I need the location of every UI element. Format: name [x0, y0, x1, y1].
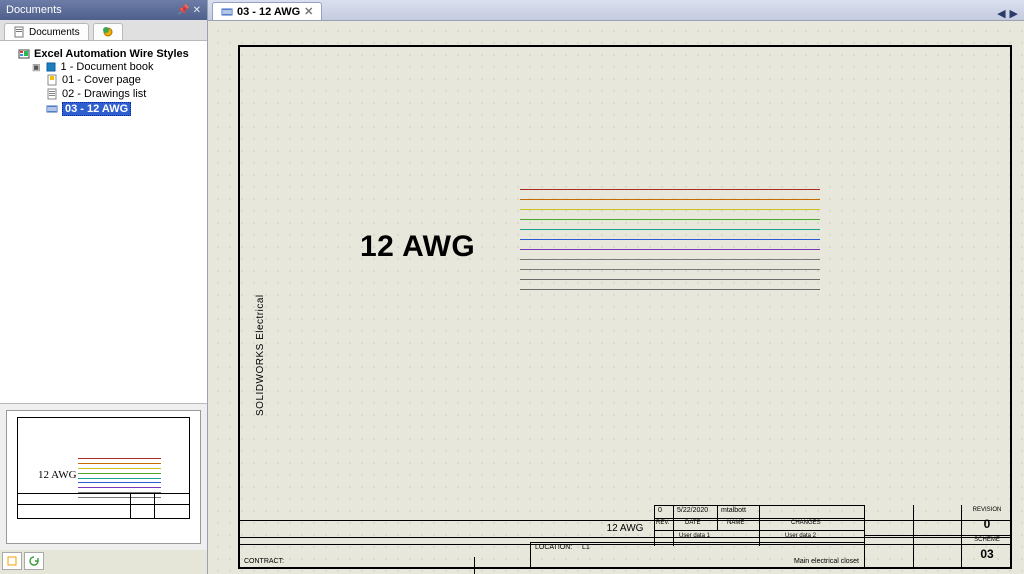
- components-icon: [102, 26, 114, 38]
- wire-sample: [520, 209, 820, 210]
- wire-sample: [520, 289, 820, 290]
- thumbnail-wire: [78, 468, 161, 469]
- list-icon: [46, 88, 58, 100]
- project-icon: [18, 48, 30, 60]
- drawing-canvas[interactable]: SOLIDWORKS Electrical 12 AWG 12 AWG CONT…: [208, 21, 1024, 574]
- tab-nav-left[interactable]: ◀: [997, 7, 1005, 20]
- wire-sample: [520, 259, 820, 260]
- wire-sample: [520, 199, 820, 200]
- tree-item-drawings-list[interactable]: 02 - Drawings list: [46, 88, 203, 100]
- sheet-icon: [7, 556, 17, 566]
- drawing-area: 03 - 12 AWG ✕ ◀ ▶ SOLIDWORKS Electrical …: [208, 0, 1024, 574]
- tab-documents-label: Documents: [29, 27, 80, 38]
- wire-sample: [520, 229, 820, 230]
- tree-item-cover-page[interactable]: 01 - Cover page: [46, 74, 203, 86]
- refresh-icon: [29, 556, 39, 566]
- tab-documents[interactable]: Documents: [4, 23, 89, 40]
- tab-components[interactable]: [93, 23, 123, 40]
- thumbnail-wire: [78, 463, 161, 464]
- wire-sample: [520, 269, 820, 270]
- title-block-revision-table: 0 5/22/2020 mtalbott REV. DATE NAME CHAN…: [654, 505, 865, 546]
- thumbnail-wires: [78, 458, 161, 498]
- wire-sample: [520, 279, 820, 280]
- title-block: 12 AWG CONTRACT: LOCATION: L1 Main elect…: [240, 520, 1010, 567]
- thumbnail-wire: [78, 487, 161, 488]
- crosshair-vertical: [474, 557, 475, 574]
- thumbnail-wire: [78, 482, 161, 483]
- thumbnail-page: 12 AWG: [17, 417, 190, 519]
- panel-pin-icon[interactable]: 📌: [177, 5, 189, 16]
- title-block-sheet-title: 12 AWG: [607, 523, 644, 534]
- side-bottom-tabs: [0, 550, 207, 574]
- document-tab-bar: 03 - 12 AWG ✕ ◀ ▶: [208, 0, 1024, 21]
- tree-item-12-awg[interactable]: 03 - 12 AWG: [46, 102, 203, 116]
- documents-panel-title: Documents: [6, 4, 62, 16]
- documents-panel: Documents 📌 ✕ Documents Excel Automation: [0, 0, 208, 574]
- wire-sample: [520, 219, 820, 220]
- schematic-icon: [46, 103, 58, 115]
- wire-samples: [520, 189, 820, 290]
- tab-nav-right[interactable]: ▶: [1010, 7, 1018, 20]
- side-tab-1[interactable]: [2, 552, 22, 570]
- wire-sample: [520, 249, 820, 250]
- drawing-sheet: SOLIDWORKS Electrical 12 AWG 12 AWG CONT…: [238, 45, 1012, 569]
- tab-nav: ◀ ▶: [997, 7, 1020, 20]
- panel-close-icon[interactable]: ✕: [193, 5, 201, 16]
- tree-collapse-icon[interactable]: ▣: [32, 62, 41, 73]
- thumbnail-label: 12 AWG: [38, 470, 77, 481]
- thumbnail-wire: [78, 458, 161, 459]
- wire-sample: [520, 239, 820, 240]
- wire-sample: [520, 189, 820, 190]
- contract-label: CONTRACT:: [244, 558, 284, 565]
- document-tab-label: 03 - 12 AWG: [237, 6, 300, 18]
- documents-panel-title-bar[interactable]: Documents 📌 ✕: [0, 0, 207, 20]
- document-tree[interactable]: Excel Automation Wire Styles ▣ 1 - Docum…: [0, 41, 207, 404]
- title-block-scheme: REVISION 0 SCHEME 03: [864, 505, 1010, 567]
- document-icon: [13, 26, 25, 38]
- thumbnail-wire: [78, 473, 161, 474]
- solidworks-electrical-window: Documents 📌 ✕ Documents Excel Automation: [0, 0, 1024, 574]
- thumbnail-title-block: [18, 493, 189, 518]
- tree-document-book[interactable]: ▣ 1 - Document book: [32, 61, 203, 73]
- page-thumbnail[interactable]: 12 AWG: [6, 410, 201, 544]
- thumbnail-wire: [78, 478, 161, 479]
- side-tab-2[interactable]: [24, 552, 44, 570]
- drawing-title-text: 12 AWG: [360, 232, 475, 262]
- document-tab-active[interactable]: 03 - 12 AWG ✕: [212, 2, 322, 20]
- crop-note: ·: [274, 555, 276, 561]
- tree-project-root[interactable]: Excel Automation Wire Styles: [18, 48, 203, 60]
- document-tab-close[interactable]: ✕: [304, 5, 313, 18]
- book-icon: [45, 61, 57, 73]
- vendor-label: SOLIDWORKS Electrical: [255, 294, 266, 416]
- cover-page-icon: [46, 74, 58, 86]
- schematic-icon: [221, 6, 233, 18]
- panel-tabs: Documents: [0, 20, 207, 41]
